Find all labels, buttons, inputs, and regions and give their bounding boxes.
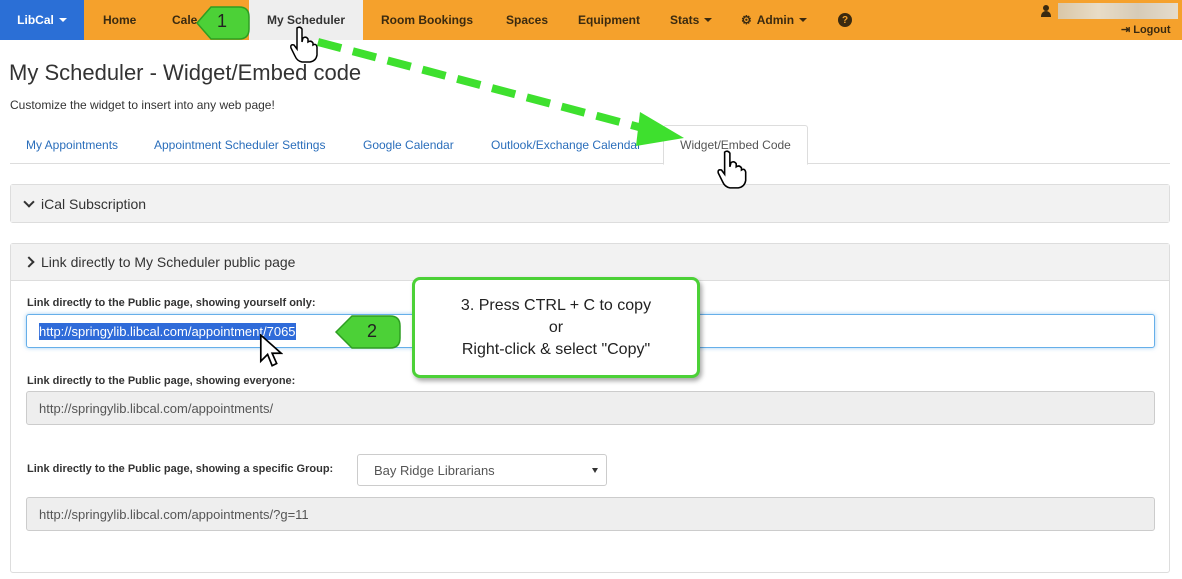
- hand-pointer-icon: [717, 150, 747, 189]
- step-2-number: 2: [367, 321, 378, 341]
- callout-line-1: 3. Press CTRL + C to copy: [460, 296, 652, 314]
- step-1-number: 1: [217, 11, 228, 31]
- hand-pointer-icon: [290, 26, 318, 63]
- arrow-cursor-icon: [259, 334, 283, 367]
- callout-line-2: or: [548, 318, 564, 336]
- callout-line-3: Right-click & select "Copy": [461, 340, 651, 358]
- step-3-callout: 3. Press CTRL + C to copy or Right-click…: [412, 277, 700, 378]
